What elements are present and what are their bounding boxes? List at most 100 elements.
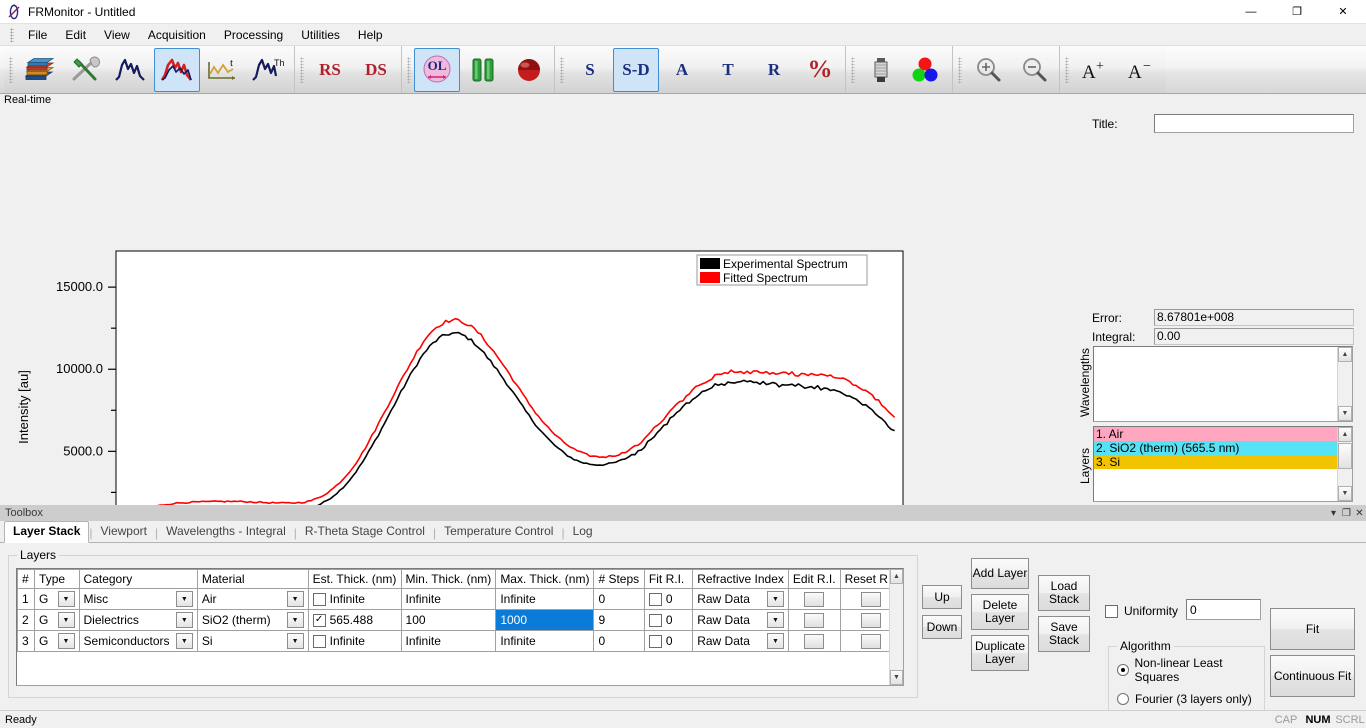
chevron-down-icon[interactable]: ▼ [286, 633, 304, 649]
red-sphere-icon-button[interactable] [506, 48, 552, 92]
signal-button[interactable]: S [567, 48, 613, 92]
absorbance-button[interactable]: A [659, 48, 705, 92]
chevron-down-icon[interactable]: ▼ [57, 612, 75, 628]
cell-category[interactable]: Semiconductors ▼ [78, 630, 198, 652]
col-num[interactable]: # [17, 569, 36, 589]
cell-category[interactable]: Dielectrics ▼ [78, 609, 198, 631]
add-layer-button[interactable]: Add Layer [971, 558, 1029, 589]
toolbar-grip[interactable] [851, 56, 855, 83]
scrollbar-thumb[interactable] [1338, 443, 1352, 469]
toolbar-grip[interactable] [300, 56, 304, 83]
table-row[interactable]: 1 G ▼ Misc ▼ Air ▼ Infinite Infinite Inf… [17, 588, 903, 610]
font-increase-button[interactable]: A + [1072, 48, 1118, 92]
layer-entry-2[interactable]: 2. SiO2 (therm) (565.5 nm) [1094, 441, 1352, 455]
continuous-fit-button[interactable]: Continuous Fit [1270, 655, 1355, 697]
uniformity-checkbox[interactable] [1105, 604, 1118, 618]
radio-icon[interactable] [1117, 693, 1129, 705]
load-stack-button[interactable]: Load Stack [1038, 575, 1090, 611]
cell-steps[interactable]: 0 [593, 588, 645, 610]
chevron-down-icon[interactable]: ▼ [175, 633, 193, 649]
cell-max-thick[interactable]: 1000 [495, 609, 595, 631]
layers-table-container[interactable]: # Type Category Material Est. Thick. (nm… [16, 568, 904, 686]
col-type[interactable]: Type [34, 569, 80, 589]
est-thick-checkbox[interactable]: ✓ [312, 613, 326, 627]
spectrum-icon-button[interactable] [108, 48, 154, 92]
rgb-circles-icon-button[interactable] [904, 48, 950, 92]
tab-temperature-control[interactable]: Temperature Control [436, 522, 561, 542]
down-button[interactable]: Down [922, 615, 962, 639]
col-max-thick[interactable]: Max. Thick. (nm) [495, 569, 595, 589]
edit-ri-button[interactable] [804, 591, 825, 607]
table-row[interactable]: 2 G ▼ Dielectrics ▼ SiO2 (therm) ▼ ✓ 565… [17, 609, 903, 631]
menu-edit[interactable]: Edit [56, 26, 95, 44]
layer-entry-1[interactable]: 1. Air [1094, 427, 1352, 441]
edit-ri-button[interactable] [804, 612, 825, 628]
est-thick-checkbox[interactable] [312, 592, 326, 606]
layers-table-scrollbar[interactable]: ▲ ▼ [889, 569, 903, 685]
cell-steps[interactable]: 0 [593, 630, 645, 652]
lamp-icon-button[interactable] [858, 48, 904, 92]
cell-fit-ri[interactable]: 0 [643, 609, 694, 631]
scroll-up-icon[interactable]: ▲ [890, 569, 903, 584]
menu-help[interactable]: Help [349, 26, 392, 44]
title-input[interactable] [1154, 114, 1354, 133]
tab-r-theta-stage-control[interactable]: R-Theta Stage Control [297, 522, 433, 542]
layers-listbox[interactable]: 1. Air 2. SiO2 (therm) (565.5 nm) 3. Si … [1093, 426, 1353, 502]
chevron-down-icon[interactable]: ▼ [175, 612, 193, 628]
fitted-spectrum-icon-button[interactable] [154, 47, 200, 92]
toolbox-collapse-icon[interactable]: ▾ [1327, 508, 1340, 519]
cell-est-thick[interactable]: Infinite [307, 588, 402, 610]
menu-utilities[interactable]: Utilities [292, 26, 349, 44]
scroll-up-icon[interactable]: ▲ [1338, 427, 1352, 442]
overlay-button[interactable]: OL [414, 47, 460, 92]
up-button[interactable]: Up [922, 585, 962, 609]
close-button[interactable]: ✕ [1320, 0, 1366, 24]
radio-icon[interactable] [1117, 664, 1129, 676]
toolbar-grip[interactable] [407, 56, 411, 83]
fit-ri-checkbox[interactable] [648, 634, 662, 648]
dark-spectrum-button[interactable]: DS [353, 48, 399, 92]
chevron-down-icon[interactable]: ▼ [57, 591, 75, 607]
chevron-down-icon[interactable]: ▼ [175, 591, 193, 607]
cell-category[interactable]: Misc ▼ [78, 588, 198, 610]
cell-min-thick[interactable]: Infinite [400, 630, 497, 652]
zoom-out-icon-button[interactable] [1011, 48, 1057, 92]
scroll-up-icon[interactable]: ▲ [1338, 347, 1352, 362]
spectrum-thickness-icon-button[interactable]: Th [246, 48, 292, 92]
scroll-down-icon[interactable]: ▼ [1338, 486, 1352, 501]
cell-est-thick[interactable]: ✓ 565.488 [307, 609, 402, 631]
zoom-in-icon-button[interactable] [965, 48, 1011, 92]
menu-processing[interactable]: Processing [215, 26, 292, 44]
cell-max-thick[interactable]: Infinite [495, 630, 595, 652]
cell-material[interactable]: Si ▼ [196, 630, 309, 652]
menu-view[interactable]: View [95, 26, 139, 44]
tab-wavelengths-integral[interactable]: Wavelengths - Integral [158, 522, 294, 542]
cell-max-thick[interactable]: Infinite [495, 588, 595, 610]
toolbox-float-icon[interactable]: ❐ [1340, 508, 1353, 519]
menu-acquisition[interactable]: Acquisition [139, 26, 215, 44]
cell-fit-ri[interactable]: 0 [643, 588, 694, 610]
cell-edit-ri[interactable] [787, 630, 841, 652]
tab-viewport[interactable]: Viewport [93, 522, 155, 542]
col-min-thick[interactable]: Min. Thick. (nm) [400, 569, 497, 589]
fit-button[interactable]: Fit [1270, 608, 1355, 650]
cell-refractive-index[interactable]: Raw Data ▼ [692, 588, 789, 610]
chevron-down-icon[interactable]: ▼ [766, 633, 784, 649]
duplicate-layer-button[interactable]: Duplicate Layer [971, 635, 1029, 671]
col-material[interactable]: Material [196, 569, 309, 589]
cell-fit-ri[interactable]: 0 [643, 630, 694, 652]
toolbar-grip[interactable] [958, 56, 962, 83]
save-stack-button[interactable]: Save Stack [1038, 616, 1090, 652]
tab-layer-stack[interactable]: Layer Stack [4, 521, 90, 543]
toolbar-grip[interactable] [9, 56, 13, 83]
algorithm-option-nlls[interactable]: Non-linear Least Squares [1117, 656, 1264, 684]
tools-icon-button[interactable] [62, 48, 108, 92]
reset-ri-button[interactable] [861, 633, 882, 649]
delete-layer-button[interactable]: Delete Layer [971, 594, 1029, 630]
cell-material[interactable]: SiO2 (therm) ▼ [196, 609, 309, 631]
spectrum-time-icon-button[interactable]: t [200, 48, 246, 92]
chevron-down-icon[interactable]: ▼ [766, 591, 784, 607]
toolbar-grip[interactable] [560, 56, 564, 83]
chevron-down-icon[interactable]: ▼ [766, 612, 784, 628]
chevron-down-icon[interactable]: ▼ [57, 633, 75, 649]
